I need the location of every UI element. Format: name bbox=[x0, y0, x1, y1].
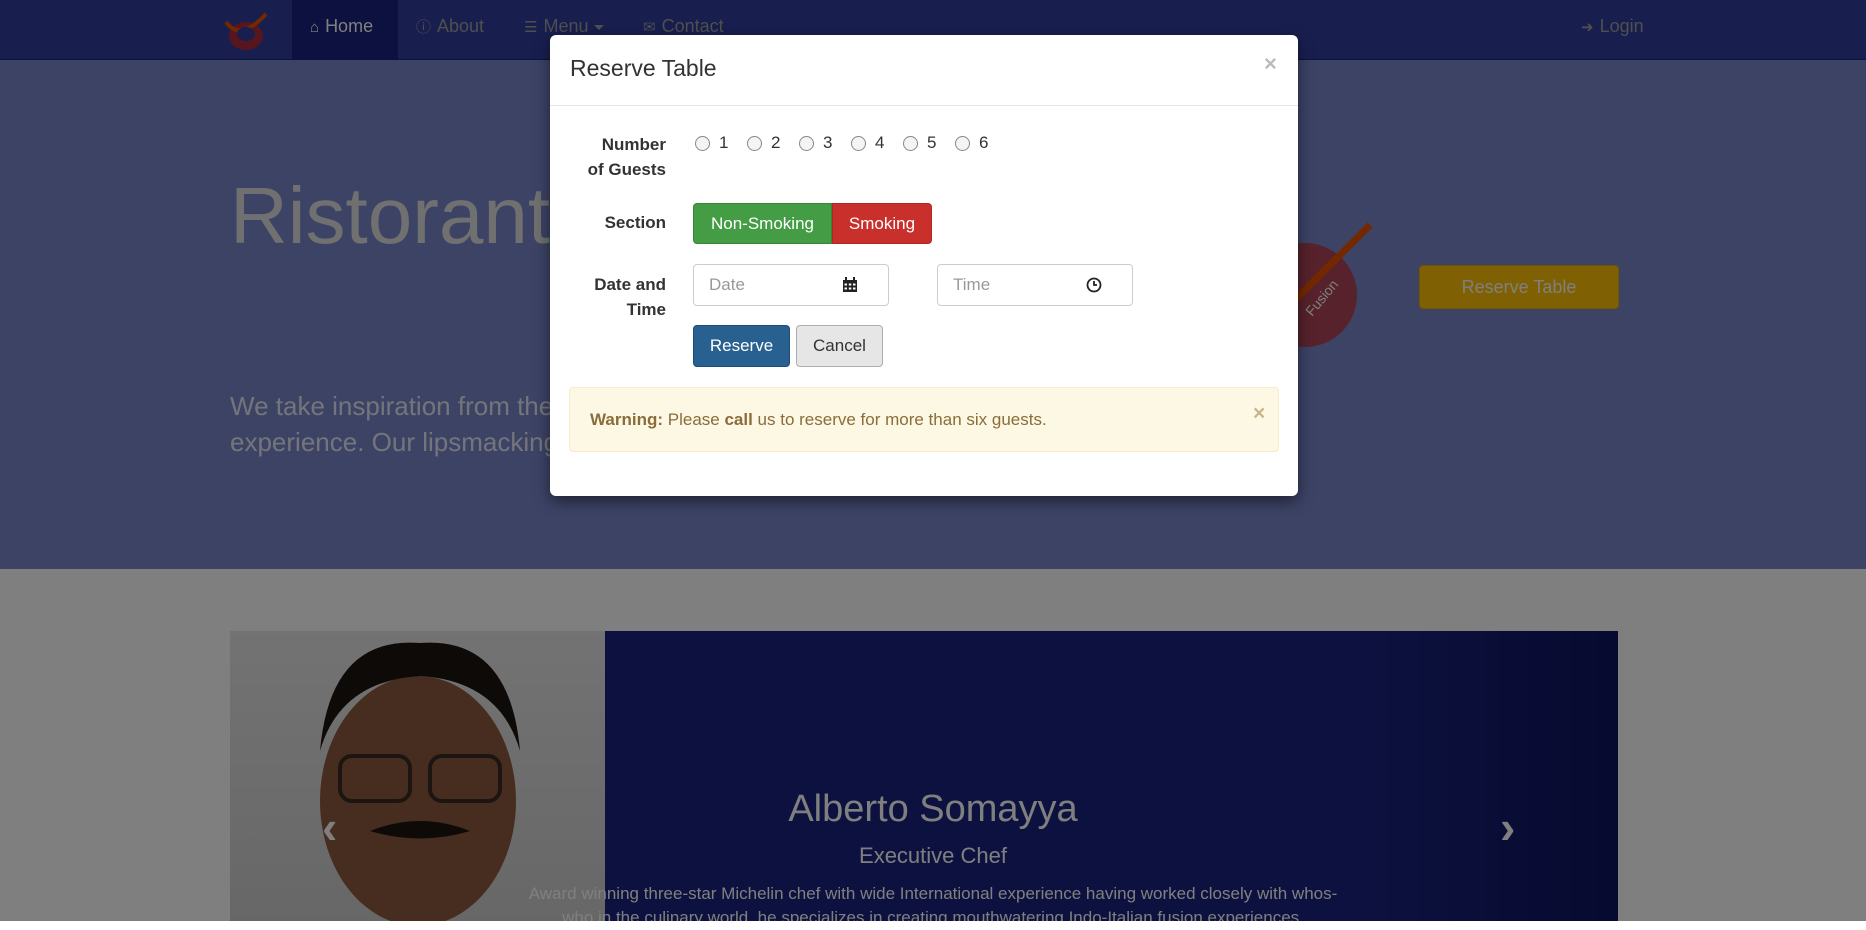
alert-close-icon[interactable]: × bbox=[1253, 388, 1265, 440]
warning-alert: Warning: Please call us to reserve for m… bbox=[569, 387, 1279, 452]
alert-strong: Warning: bbox=[590, 410, 664, 429]
section-label: Section bbox=[604, 213, 666, 232]
guest-radio-5[interactable]: 5 bbox=[903, 133, 936, 153]
radio-circle[interactable] bbox=[955, 135, 970, 151]
alert-text: us to reserve for more than six guests. bbox=[752, 410, 1047, 429]
alert-text: Please bbox=[663, 410, 725, 429]
alert-call-word: call bbox=[724, 410, 753, 429]
radio-circle[interactable] bbox=[695, 135, 710, 151]
date-input[interactable]: Date bbox=[693, 264, 889, 306]
guest-option-label: 5 bbox=[927, 133, 937, 152]
guest-radio-2[interactable]: 2 bbox=[747, 133, 780, 153]
modal-title: Reserve Table bbox=[570, 55, 717, 81]
clock-icon bbox=[1086, 277, 1102, 293]
guest-radio-3[interactable]: 3 bbox=[799, 133, 832, 153]
guest-option-label: 6 bbox=[979, 133, 989, 152]
datetime-label-line: Date and bbox=[594, 275, 666, 294]
date-placeholder: Date bbox=[709, 275, 745, 294]
radio-circle[interactable] bbox=[903, 135, 918, 151]
datetime-label: Date and Time bbox=[556, 272, 666, 322]
guests-label: Number of Guests bbox=[556, 132, 666, 182]
guests-label-line: Number bbox=[601, 135, 666, 154]
non-smoking-button[interactable]: Non-Smoking bbox=[693, 203, 832, 244]
guest-option-label: 2 bbox=[771, 133, 781, 152]
guests-label-line: of Guests bbox=[587, 160, 666, 179]
modal-header: Reserve Table × bbox=[550, 35, 1298, 106]
radio-circle[interactable] bbox=[799, 135, 814, 151]
radio-circle[interactable] bbox=[747, 135, 762, 151]
time-placeholder: Time bbox=[953, 275, 991, 294]
smoking-button[interactable]: Smoking bbox=[832, 203, 932, 244]
guest-radio-4[interactable]: 4 bbox=[851, 133, 884, 153]
guest-option-label: 4 bbox=[875, 133, 885, 152]
guest-option-label: 3 bbox=[823, 133, 833, 152]
guest-radio-6[interactable]: 6 bbox=[955, 133, 988, 153]
reserve-table-modal: Reserve Table × Number of Guests 1 2 3 4… bbox=[550, 35, 1298, 496]
cancel-button[interactable]: Cancel bbox=[796, 325, 883, 367]
close-icon[interactable]: × bbox=[1264, 51, 1277, 77]
radio-circle[interactable] bbox=[851, 135, 866, 151]
guest-option-label: 1 bbox=[719, 133, 729, 152]
reserve-button[interactable]: Reserve bbox=[693, 325, 790, 367]
time-input[interactable]: Time bbox=[937, 264, 1133, 306]
datetime-label-line: Time bbox=[626, 300, 666, 319]
guest-radio-1[interactable]: 1 bbox=[695, 133, 728, 153]
calendar-icon bbox=[843, 277, 857, 292]
